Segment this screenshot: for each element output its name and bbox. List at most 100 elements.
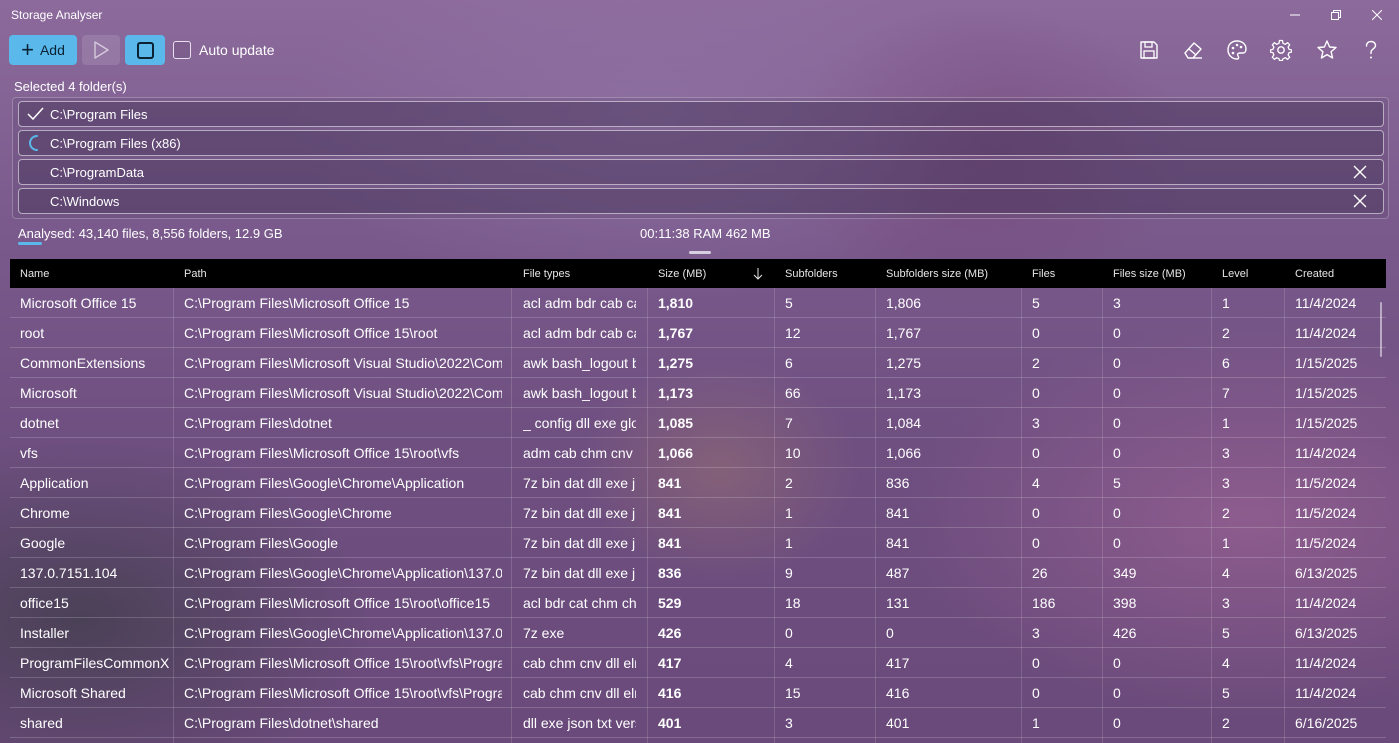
save-button[interactable] (1131, 35, 1167, 65)
cell-path: C:\Program Files\Microsoft Office 15 (184, 295, 410, 311)
cell-path: C:\Program Files\Google\Chrome\Applicati… (184, 625, 502, 641)
auto-update-checkbox[interactable] (173, 41, 191, 59)
table-row[interactable]: Chrome C:\Program Files\Google\Chrome 7z … (10, 498, 1386, 528)
close-button[interactable] (1356, 0, 1398, 30)
folder-item[interactable]: C:\Windows (18, 188, 1384, 214)
sort-descending-icon (753, 268, 763, 280)
plus-icon: + (21, 37, 34, 62)
add-button[interactable]: + Add (9, 35, 77, 65)
table-row[interactable]: dotnet C:\Program Files\dotnet _ config d… (10, 408, 1386, 438)
cell-files-size: 0 (1113, 535, 1121, 551)
cell-size: 1,085 (658, 415, 694, 431)
splitter-handle[interactable] (689, 251, 711, 254)
settings-button[interactable] (1263, 35, 1299, 65)
cell-name: 137.0.7151.104 (20, 565, 118, 581)
vertical-scrollbar[interactable] (1380, 302, 1382, 357)
cell-name: office15 (20, 595, 69, 611)
cell-level: 6 (1222, 355, 1230, 371)
column-header-files-size[interactable]: Files size (MB) (1113, 268, 1186, 280)
cell-files-size: 0 (1113, 325, 1121, 341)
cell-size: 401 (658, 715, 682, 731)
cell-file-types: adm cab chm cnv c (523, 445, 636, 461)
cell-file-types: 7z bin dat dll exe j (523, 535, 636, 551)
folder-item[interactable]: C:\Program Files (18, 101, 1384, 127)
column-header-file-types[interactable]: File types (523, 268, 570, 280)
cell-files: 0 (1032, 325, 1040, 341)
stop-button[interactable] (125, 35, 165, 65)
cell-files: 0 (1032, 445, 1040, 461)
cell-files: 0 (1032, 505, 1040, 521)
favorite-button[interactable] (1309, 35, 1345, 65)
cell-created: 1/15/2025 (1295, 355, 1358, 371)
table-row[interactable]: ProgramFilesCommonX C:\Program Files\Micr… (10, 648, 1386, 678)
cell-created: 11/5/2024 (1295, 505, 1357, 521)
cell-subfolders-size: 487 (886, 565, 910, 581)
cell-level: 1 (1222, 295, 1230, 311)
table-row[interactable]: root C:\Program Files\Microsoft Office 15… (10, 318, 1386, 348)
table-row[interactable]: 137.0.7151.104 C:\Program Files\Google\Ch… (10, 558, 1386, 588)
start-button[interactable] (82, 35, 120, 65)
cell-subfolders: 0 (785, 625, 793, 641)
column-header-level[interactable]: Level (1222, 268, 1248, 280)
column-header-name[interactable]: Name (20, 268, 49, 280)
cell-size: 836 (658, 565, 682, 581)
cell-level: 3 (1222, 475, 1230, 491)
table-row[interactable]: Google C:\Program Files\Google 7z bin dat… (10, 528, 1386, 558)
folder-item[interactable]: C:\Program Files (x86) (18, 130, 1384, 156)
remove-folder-icon[interactable] (1351, 163, 1369, 181)
cell-files: 26 (1032, 565, 1048, 581)
cell-path: C:\Program Files\Microsoft Visual Studio… (184, 355, 502, 371)
cell-file-types: 7z bin dat dll exe j (523, 505, 636, 521)
table-row[interactable]: Microsoft C:\Program Files\Microsoft Visu… (10, 378, 1386, 408)
table-row[interactable]: Application C:\Program Files\Google\Chrom… (10, 468, 1386, 498)
cell-subfolders: 2 (785, 475, 793, 491)
column-header-created[interactable]: Created (1295, 268, 1334, 280)
cell-subfolders-size: 836 (886, 475, 910, 491)
table-row[interactable]: Microsoft Office 15 C:\Program Files\Micr… (10, 288, 1386, 318)
auto-update-toggle[interactable]: Auto update (173, 35, 275, 65)
theme-button[interactable] (1219, 35, 1255, 65)
clear-button[interactable] (1175, 35, 1211, 65)
cell-path: C:\Program Files\Microsoft Office 15\roo… (184, 655, 502, 671)
folder-path: C:\Program Files (x86) (50, 136, 181, 151)
cell-created: 11/4/2024 (1295, 685, 1357, 701)
help-button[interactable] (1353, 35, 1389, 65)
cell-created: 11/5/2024 (1295, 475, 1357, 491)
table-row[interactable]: office15 C:\Program Files\Microsoft Offic… (10, 588, 1386, 618)
cell-size: 841 (658, 505, 682, 521)
table-row[interactable]: Microsoft Shared C:\Program Files\Microso… (10, 678, 1386, 708)
remove-folder-icon[interactable] (1351, 192, 1369, 210)
table-row[interactable]: CommonExtensions C:\Program Files\Microso… (10, 348, 1386, 378)
table-row[interactable]: vfs C:\Program Files\Microsoft Office 15\… (10, 438, 1386, 468)
folder-item[interactable]: C:\ProgramData (18, 159, 1384, 185)
table-row[interactable]: Installer C:\Program Files\Google\Chrome\… (10, 618, 1386, 648)
cell-created: 11/4/2024 (1295, 325, 1357, 341)
cell-subfolders-size: 417 (886, 655, 910, 671)
column-header-path[interactable]: Path (184, 268, 207, 280)
title-bar: Storage Analyser (0, 0, 1399, 30)
column-header-subfolders[interactable]: Subfolders (785, 268, 838, 280)
cell-subfolders: 3 (785, 715, 793, 731)
table-row[interactable]: shared C:\Program Files\dotnet\shared dll … (10, 708, 1386, 738)
close-icon (1372, 10, 1382, 20)
cell-size: 417 (658, 655, 682, 671)
cell-files: 3 (1032, 625, 1040, 641)
column-header-size[interactable]: Size (MB) (658, 268, 706, 280)
column-header-subfolders-size[interactable]: Subfolders size (MB) (886, 268, 988, 280)
folder-list: C:\Program Files C:\Program Files (x86) … (12, 97, 1389, 219)
auto-update-label: Auto update (199, 42, 275, 58)
cell-file-types: acl bdr cat chm chi (523, 595, 636, 611)
cell-files-size: 0 (1113, 445, 1121, 461)
minimize-button[interactable] (1274, 0, 1316, 30)
cell-subfolders-size: 841 (886, 505, 910, 521)
progress-indicator (18, 242, 42, 245)
gear-icon (1270, 39, 1292, 61)
results-table: Name Path File types Size (MB) Subfolder… (10, 259, 1386, 743)
cell-files: 5 (1032, 295, 1040, 311)
cell-files: 4 (1032, 475, 1040, 491)
cell-file-types: 7z exe (523, 625, 565, 641)
cell-subfolders-size: 131 (886, 595, 910, 611)
restore-button[interactable] (1315, 0, 1357, 30)
spinner-icon (29, 135, 38, 151)
column-header-files[interactable]: Files (1032, 268, 1055, 280)
